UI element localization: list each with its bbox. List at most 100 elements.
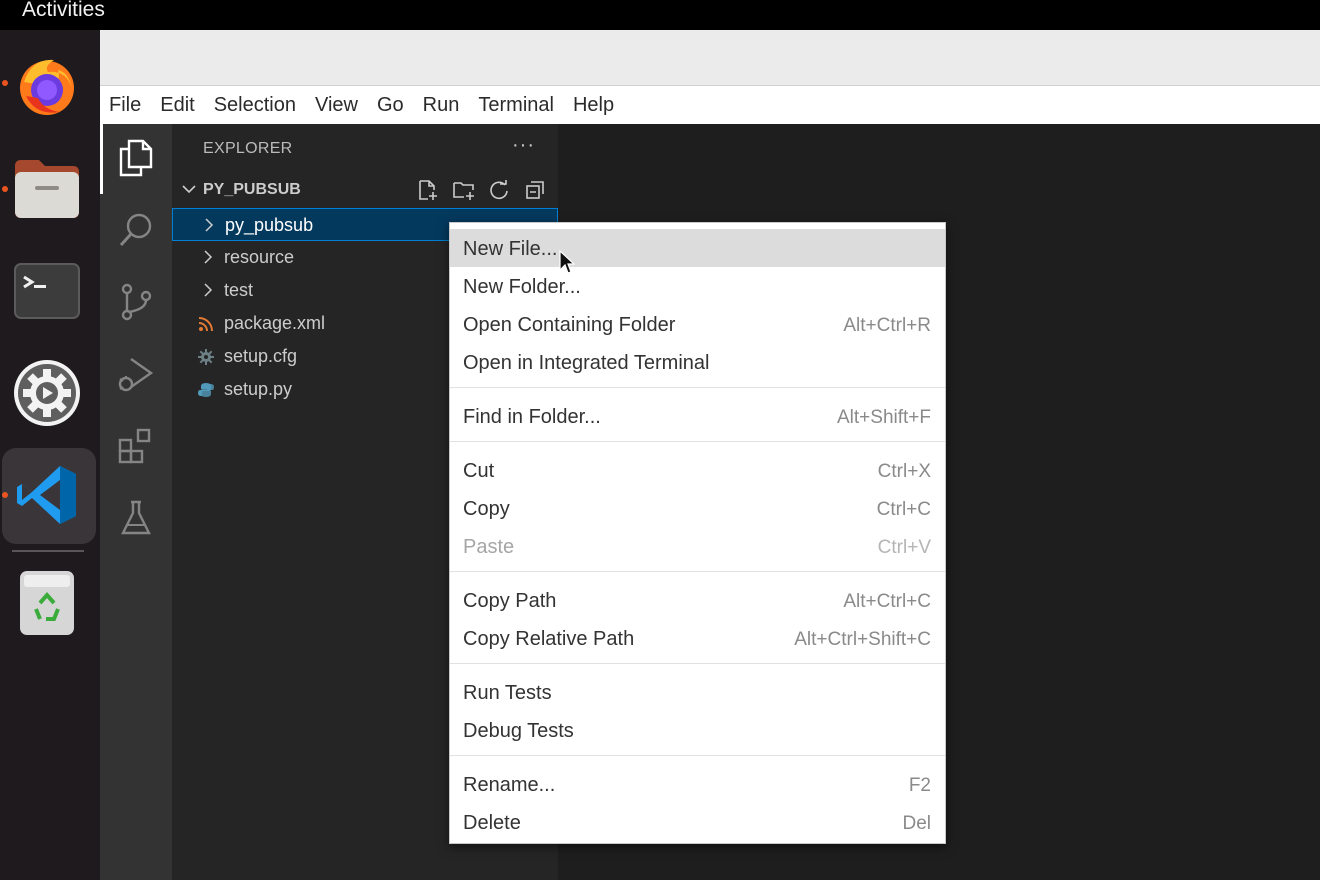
testing-icon <box>121 500 151 535</box>
dock-item-terminal[interactable] <box>12 256 82 326</box>
activity-explorer[interactable] <box>116 138 156 178</box>
ctx-shortcut: Alt+Shift+F <box>837 407 931 428</box>
ctx-separator <box>450 755 945 756</box>
tree-label: test <box>224 280 254 300</box>
activity-bar <box>100 124 172 880</box>
ctx-label: Open Containing Folder <box>463 314 676 336</box>
ctx-copy[interactable]: Copy Ctrl+C <box>450 489 945 527</box>
ctx-delete[interactable]: Delete Del <box>450 803 945 841</box>
ctx-shortcut: Alt+Ctrl+R <box>843 315 931 336</box>
ctx-debug-tests[interactable]: Debug Tests <box>450 711 945 749</box>
ctx-shortcut: Del <box>902 813 931 834</box>
activity-search[interactable] <box>116 210 156 250</box>
ctx-shortcut: Ctrl+V <box>877 537 931 558</box>
window-titlebar[interactable] <box>100 30 1320 86</box>
gnome-top-bar: Activities <box>0 0 1320 30</box>
chevron-right-icon <box>204 283 213 297</box>
extensions-icon <box>118 428 151 464</box>
menu-edit[interactable]: Edit <box>160 94 194 117</box>
menu-go[interactable]: Go <box>377 94 404 117</box>
ctx-shortcut: Alt+Ctrl+Shift+C <box>794 629 931 650</box>
ctx-label: Find in Folder... <box>463 406 601 428</box>
ctx-copy-path[interactable]: Copy Path Alt+Ctrl+C <box>450 581 945 619</box>
menu-help[interactable]: Help <box>573 94 614 117</box>
ctx-label: Delete <box>463 812 521 834</box>
ctx-separator <box>450 387 945 388</box>
dock-item-firefox[interactable] <box>12 50 82 120</box>
ctx-label: Copy Relative Path <box>463 628 635 650</box>
folder-section-title: PY_PUBSUB <box>203 181 301 198</box>
explorer-context-menu: New File... New Folder... Open Containin… <box>449 222 946 844</box>
new-file-icon <box>419 180 437 200</box>
ctx-shortcut: Alt+Ctrl+C <box>843 591 931 612</box>
python-icon <box>198 383 214 397</box>
activity-testing[interactable] <box>116 498 156 538</box>
menu-terminal[interactable]: Terminal <box>478 94 554 117</box>
files-running-dot <box>2 186 8 192</box>
new-folder-icon <box>453 182 474 200</box>
new-folder-button[interactable] <box>452 178 476 202</box>
ctx-run-tests[interactable]: Run Tests <box>450 673 945 711</box>
ctx-label: Open in Integrated Terminal <box>463 352 710 374</box>
ctx-label: Run Tests <box>463 682 552 704</box>
chevron-right-icon <box>204 250 213 264</box>
ctx-separator <box>450 441 945 442</box>
source-control-icon <box>121 283 152 321</box>
ctx-label: Copy <box>463 498 510 520</box>
new-file-button[interactable] <box>416 178 440 202</box>
vscode-icon <box>17 466 76 524</box>
tree-label: setup.cfg <box>224 346 298 366</box>
trash-icon <box>20 571 74 635</box>
ctx-separator <box>450 663 945 664</box>
menu-bar: File Edit Selection View Go Run Terminal… <box>100 86 1320 124</box>
ctx-new-file[interactable]: New File... <box>450 229 945 267</box>
ctx-paste[interactable]: Paste Ctrl+V <box>450 527 945 565</box>
ctx-copy-relative-path[interactable]: Copy Relative Path Alt+Ctrl+Shift+C <box>450 619 945 657</box>
vscode-running-dot <box>2 492 8 498</box>
dock-separator <box>12 550 84 552</box>
terminal-icon <box>14 263 80 319</box>
ctx-label: Rename... <box>463 774 556 796</box>
folder-section-header[interactable]: PY_PUBSUB <box>172 174 558 206</box>
menu-view[interactable]: View <box>315 94 358 117</box>
ctx-label: Debug Tests <box>463 720 574 742</box>
chevron-down-icon <box>182 185 196 194</box>
dock-item-files[interactable] <box>12 154 82 224</box>
ctx-new-folder[interactable]: New Folder... <box>450 267 945 305</box>
run-debug-icon <box>118 358 154 392</box>
mouse-cursor-icon <box>559 250 575 274</box>
collapse-all-button[interactable] <box>523 178 547 202</box>
ctx-rename[interactable]: Rename... F2 <box>450 765 945 803</box>
ctx-label: New File... <box>463 238 558 260</box>
collapse-all-icon <box>526 181 544 199</box>
activity-source-control[interactable] <box>116 282 156 322</box>
menu-file[interactable]: File <box>109 94 141 117</box>
ctx-shortcut: Ctrl+X <box>877 461 931 482</box>
activity-extensions[interactable] <box>116 426 156 466</box>
ctx-label: Cut <box>463 460 495 482</box>
activity-active-indicator <box>100 124 103 194</box>
ctx-open-in-terminal[interactable]: Open in Integrated Terminal <box>450 343 945 381</box>
rss-icon <box>198 317 213 332</box>
ctx-label: Copy Path <box>463 590 557 612</box>
ctx-cut[interactable]: Cut Ctrl+X <box>450 451 945 489</box>
firefox-icon <box>20 59 74 115</box>
menu-selection[interactable]: Selection <box>214 94 296 117</box>
tree-label: resource <box>224 247 295 267</box>
ctx-open-containing-folder[interactable]: Open Containing Folder Alt+Ctrl+R <box>450 305 945 343</box>
ctx-label: New Folder... <box>463 276 581 298</box>
ctx-find-in-folder[interactable]: Find in Folder... Alt+Shift+F <box>450 397 945 435</box>
files-icon <box>119 139 153 177</box>
activity-run-debug[interactable] <box>116 354 156 394</box>
files-icon <box>15 160 79 218</box>
dock-item-settings[interactable] <box>12 358 82 428</box>
more-actions-button[interactable]: ··· <box>512 134 535 157</box>
dock-item-trash[interactable] <box>12 568 82 638</box>
activities-button[interactable]: Activities <box>22 0 105 22</box>
dock-item-vscode[interactable] <box>12 460 82 530</box>
tree-label: setup.py <box>224 379 293 399</box>
refresh-button[interactable] <box>487 178 511 202</box>
menu-run[interactable]: Run <box>423 94 460 117</box>
ctx-label: Paste <box>463 536 515 558</box>
refresh-icon <box>490 180 508 200</box>
